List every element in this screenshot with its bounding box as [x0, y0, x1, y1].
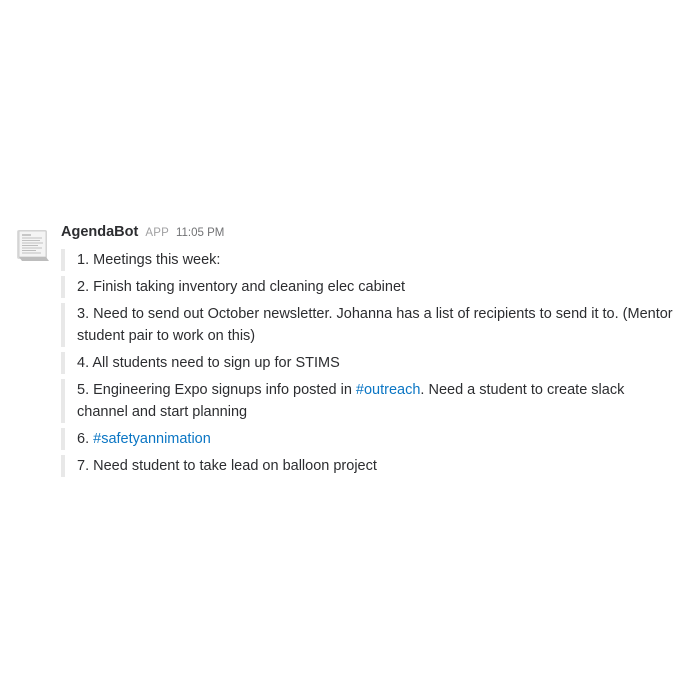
- document-icon: [17, 230, 49, 261]
- app-badge: APP: [145, 227, 169, 239]
- agenda-item: 6. #safetyannimation: [61, 428, 676, 450]
- agenda-item-text: 2. Finish taking inventory and cleaning …: [77, 279, 406, 295]
- agenda-item-text: 6.: [77, 431, 94, 447]
- bot-avatar[interactable]: [16, 228, 52, 264]
- agenda-item: 7. Need student to take lead on balloon …: [61, 455, 676, 477]
- channel-link-outreach[interactable]: #outreach: [356, 382, 421, 398]
- sender-name[interactable]: AgendaBot: [61, 224, 138, 240]
- channel-link-safetyannimation[interactable]: #safetyannimation: [93, 431, 211, 447]
- agenda-item-text: 5. Engineering Expo signups info posted …: [77, 382, 356, 398]
- message-timestamp[interactable]: 11:05 PM: [176, 227, 224, 239]
- message-header: AgendaBot APP 11:05 PM: [61, 224, 676, 246]
- agenda-item: 1. Meetings this week:: [61, 249, 676, 271]
- agenda-item-text: 7. Need student to take lead on balloon …: [77, 458, 377, 474]
- agenda-item: 5. Engineering Expo signups info posted …: [61, 379, 676, 423]
- agenda-item-text: 4. All students need to sign up for STIM…: [77, 355, 340, 371]
- agenda-item: 4. All students need to sign up for STIM…: [61, 352, 676, 374]
- message-content: AgendaBot APP 11:05 PM 1. Meetings this …: [61, 224, 676, 477]
- agenda-item-text: 3. Need to send out October newsletter. …: [77, 306, 673, 344]
- agenda-item-text: 1. Meetings this week:: [77, 252, 221, 268]
- agenda-item: 3. Need to send out October newsletter. …: [61, 303, 676, 347]
- agenda-item: 2. Finish taking inventory and cleaning …: [61, 276, 676, 298]
- agenda-attachments: 1. Meetings this week: 2. Finish taking …: [61, 249, 676, 477]
